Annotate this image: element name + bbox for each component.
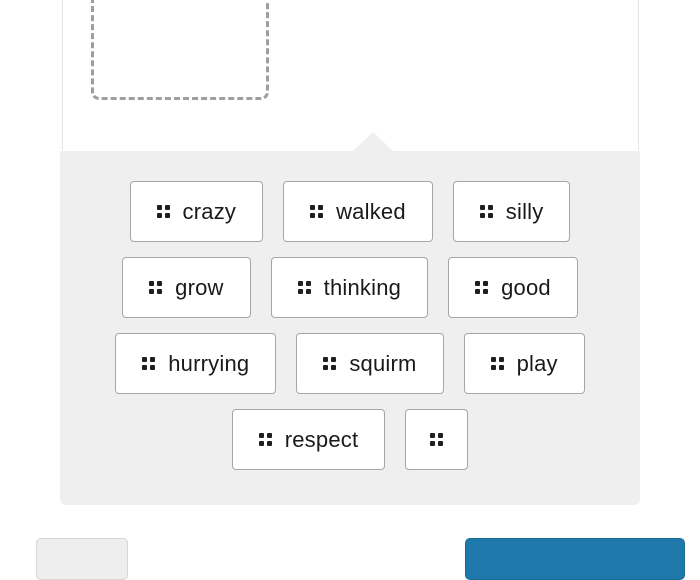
question-card-area	[62, 0, 639, 150]
word-bank-rows: crazy walked silly grow thinking good hu…	[60, 151, 640, 485]
word-chip-label: grow	[175, 274, 224, 300]
drag-handle-dots-icon[interactable]	[475, 281, 489, 294]
drag-handle-dots-icon[interactable]	[490, 357, 504, 370]
word-chip-label: squirm	[349, 350, 417, 376]
drag-handle-dots-icon[interactable]	[430, 433, 444, 446]
drag-handle-dots-icon[interactable]	[142, 357, 156, 370]
word-chip[interactable]: thinking	[270, 257, 429, 318]
drag-handle-dots-icon[interactable]	[310, 205, 324, 218]
word-chip[interactable]: hurrying	[115, 333, 277, 394]
word-chip[interactable]: walked	[283, 181, 433, 242]
word-chip[interactable]: silly	[452, 181, 571, 242]
word-bank-row: grow thinking good	[60, 257, 640, 318]
word-bank-caret-icon	[352, 132, 394, 152]
answer-drop-zone[interactable]	[91, 0, 269, 100]
secondary-action-button[interactable]	[36, 538, 128, 580]
word-bank-panel: crazy walked silly grow thinking good hu…	[60, 151, 640, 505]
primary-action-button[interactable]	[465, 538, 685, 580]
word-chip[interactable]: crazy	[129, 181, 264, 242]
word-chip-label: thinking	[323, 274, 402, 300]
drag-handle-dots-icon[interactable]	[323, 357, 337, 370]
drag-handle-dots-icon[interactable]	[258, 433, 272, 446]
word-chip-label: walked	[336, 198, 406, 224]
word-chip-label: hurrying	[168, 350, 250, 376]
word-chip[interactable]: play	[463, 333, 585, 394]
word-chip-label: play	[516, 350, 558, 376]
word-bank-row: respect	[60, 409, 640, 470]
word-chip-label: good	[501, 274, 551, 300]
footer-actions	[0, 538, 700, 580]
word-bank-row: hurrying squirm play	[60, 333, 640, 394]
word-chip-empty[interactable]	[405, 409, 469, 470]
drag-handle-dots-icon[interactable]	[156, 205, 170, 218]
word-bank-row: crazy walked silly	[60, 181, 640, 242]
word-chip[interactable]: grow	[122, 257, 251, 318]
drag-handle-dots-icon[interactable]	[149, 281, 163, 294]
word-chip-label: silly	[505, 198, 544, 224]
drag-handle-dots-icon[interactable]	[297, 281, 311, 294]
word-chip[interactable]: good	[448, 257, 578, 318]
drag-handle-dots-icon[interactable]	[479, 205, 493, 218]
word-chip[interactable]: respect	[231, 409, 386, 470]
word-chip-label: respect	[284, 426, 359, 452]
word-chip[interactable]: squirm	[296, 333, 444, 394]
word-chip-label: crazy	[182, 198, 237, 224]
